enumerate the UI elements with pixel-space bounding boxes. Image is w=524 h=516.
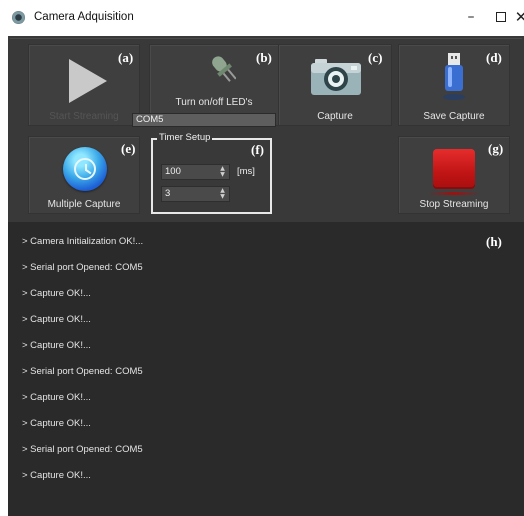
play-icon <box>69 59 107 103</box>
log-line: > Serial port Opened: COM5 <box>22 444 143 455</box>
spin-arrows-icon[interactable]: ▲ ▼ <box>218 166 227 178</box>
timer-setup-legend: Timer Setup <box>157 132 213 143</box>
label-tag-f: (f) <box>249 142 266 158</box>
label-tag-a: (a) <box>118 50 134 65</box>
maximize-icon <box>496 12 506 22</box>
timer-setup-group: Timer Setup (f) 100 ▲ ▼ [ms] 3 ▲ ▼ <box>151 132 272 214</box>
capture-label: Capture <box>317 111 353 122</box>
clock-icon <box>63 147 107 191</box>
capture-button[interactable]: (c) Capture <box>278 44 392 126</box>
label-tag-h: (h) <box>486 234 502 249</box>
count-value: 3 <box>165 188 171 199</box>
save-capture-button[interactable]: (d) Save Capture <box>398 44 510 126</box>
log-line: > Capture OK!... <box>22 418 91 429</box>
usb-drive-icon <box>443 53 465 100</box>
interval-spinbox[interactable]: 100 ▲ ▼ <box>161 164 230 180</box>
log-line: > Capture OK!... <box>22 392 91 403</box>
log-panel[interactable]: (h) > Camera Initialization OK!... > Ser… <box>16 226 524 516</box>
serial-port-field[interactable]: COM5 <box>132 113 276 127</box>
log-line: > Capture OK!... <box>22 314 91 325</box>
save-capture-label: Save Capture <box>423 111 485 122</box>
multiple-capture-label: Multiple Capture <box>47 199 121 210</box>
label-tag-g: (g) <box>488 141 504 156</box>
main-window: (a) Start Streaming (b) Turn on/off LED'… <box>8 36 524 516</box>
log-line: > Capture OK!... <box>22 288 91 299</box>
log-line: > Serial port Opened: COM5 <box>22 262 143 273</box>
toolbar: (a) Start Streaming (b) Turn on/off LED'… <box>8 36 524 222</box>
label-tag-b: (b) <box>256 50 272 65</box>
label-tag-e: (e) <box>121 141 136 156</box>
start-streaming-label: Start Streaming <box>49 111 119 122</box>
label-tag-c: (c) <box>368 50 383 65</box>
led-toggle-label: Turn on/off LED's <box>175 97 253 108</box>
log-line: > Camera Initialization OK!... <box>22 236 144 247</box>
count-spinbox[interactable]: 3 ▲ ▼ <box>161 186 230 202</box>
stop-icon <box>433 149 475 189</box>
interval-unit: [ms] <box>237 166 255 177</box>
minimize-button[interactable]: – <box>456 6 486 30</box>
multiple-capture-button[interactable]: (e) Multiple Capture <box>28 136 140 214</box>
interval-value: 100 <box>165 166 181 177</box>
app-camera-icon <box>12 11 25 24</box>
stop-streaming-label: Stop Streaming <box>419 199 489 210</box>
label-tag-d: (d) <box>486 50 502 65</box>
camera-icon <box>311 59 361 95</box>
close-button[interactable]: ✕ <box>506 6 524 30</box>
log-line: > Capture OK!... <box>22 470 91 481</box>
start-streaming-button[interactable]: (a) Start Streaming <box>28 44 140 126</box>
log-line: > Serial port Opened: COM5 <box>22 366 143 377</box>
spin-arrows-icon[interactable]: ▲ ▼ <box>218 188 227 200</box>
stop-streaming-button[interactable]: (g) Stop Streaming <box>398 136 510 214</box>
led-icon <box>212 56 236 82</box>
window-title: Camera Adquisition <box>34 11 134 23</box>
log-line: > Capture OK!... <box>22 340 91 351</box>
title-bar: Camera Adquisition – ✕ <box>0 0 524 36</box>
